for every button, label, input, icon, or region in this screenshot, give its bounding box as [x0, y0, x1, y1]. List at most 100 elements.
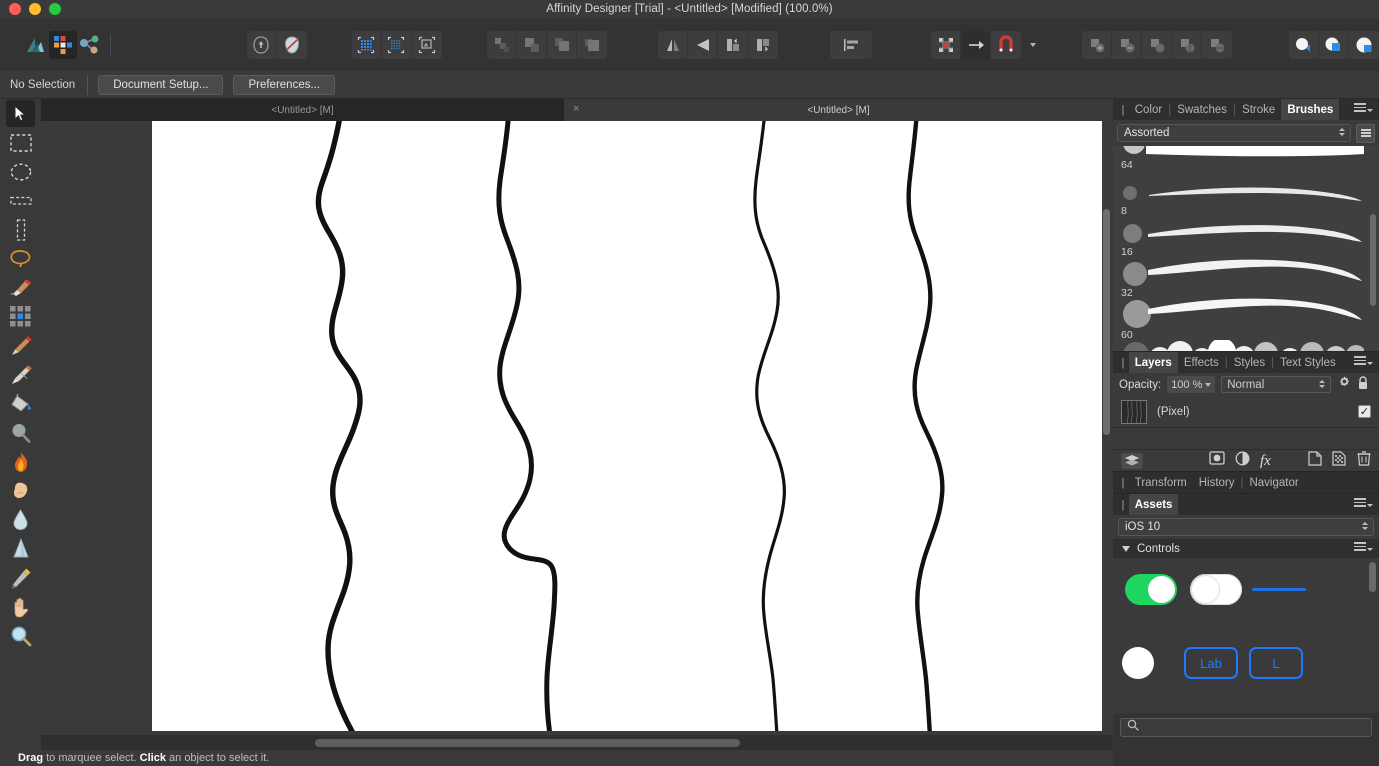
flood-fill-tool[interactable] — [0, 389, 41, 418]
toggle-on-asset[interactable] — [1125, 574, 1177, 605]
clear-mask-icon[interactable] — [276, 30, 307, 59]
layer-settings-gear-icon[interactable] — [1337, 376, 1351, 393]
layers-panel-menu-icon[interactable] — [1353, 356, 1373, 365]
preferences-button[interactable]: Preferences... — [233, 74, 336, 95]
artboard[interactable] — [152, 121, 1102, 735]
brush-item[interactable]: 32 — [1113, 259, 1379, 300]
move-tool[interactable] — [0, 99, 41, 128]
add-mask-icon[interactable] — [246, 30, 277, 59]
boolean-subtract-icon[interactable] — [1112, 30, 1143, 59]
move-to-back-icon[interactable] — [577, 30, 608, 59]
colour-picker-tool[interactable] — [0, 563, 41, 592]
brush-item[interactable] — [1113, 340, 1379, 351]
tab-effects[interactable]: Effects — [1178, 352, 1225, 373]
canvas-horizontal-scrollbar[interactable] — [41, 735, 1113, 750]
rotate-left-icon[interactable] — [718, 30, 749, 59]
tab-color[interactable]: Color — [1129, 99, 1168, 120]
burn-brush-tool[interactable] — [0, 447, 41, 476]
tab-brushes[interactable]: Brushes — [1281, 99, 1340, 120]
document-tab-2[interactable]: × <Untitled> [M] — [564, 99, 1113, 121]
brush-list[interactable]: 64 8 16 32 60 — [1113, 146, 1379, 351]
assets-group-header[interactable]: Controls — [1113, 539, 1379, 558]
flip-vertical-icon[interactable] — [688, 30, 719, 59]
tab-styles[interactable]: Styles — [1228, 352, 1271, 373]
table-row[interactable]: (Pixel) ✓ — [1113, 396, 1379, 428]
row-marquee-tool[interactable] — [0, 186, 41, 215]
column-marquee-tool[interactable] — [0, 215, 41, 244]
circle-asset[interactable] — [1122, 647, 1154, 679]
zoom-tool[interactable] — [0, 621, 41, 650]
panel-grip-icon[interactable]: || — [1113, 104, 1129, 116]
layer-effects-button[interactable]: fx — [1260, 453, 1271, 468]
brush-category-spinner-icon[interactable] — [1339, 128, 1345, 136]
assets-library-select[interactable]: iOS 10 — [1118, 518, 1374, 536]
brushes-panel-menu-icon[interactable] — [1353, 103, 1373, 112]
rotate-right-icon[interactable] — [748, 30, 779, 59]
refine-selection-icon[interactable] — [351, 30, 382, 59]
tab-navigator[interactable]: Navigator — [1243, 472, 1304, 493]
assets-group-menu-icon[interactable] — [1353, 542, 1373, 551]
assets-items-grid[interactable]: Lab L — [1113, 558, 1379, 713]
blend-options-icon[interactable] — [1318, 30, 1349, 59]
assets-scrollbar[interactable] — [1369, 562, 1376, 592]
freehand-selection-tool[interactable] — [0, 244, 41, 273]
close-tab-icon[interactable]: × — [573, 104, 579, 115]
erase-brush-tool[interactable] — [0, 360, 41, 389]
delete-layer-button[interactable] — [1357, 450, 1371, 471]
paint-brush-tool[interactable] — [0, 331, 41, 360]
assets-search-field[interactable] — [1120, 717, 1372, 737]
blur-brush-tool[interactable] — [0, 418, 41, 447]
layer-visibility-checkbox[interactable]: ✓ — [1358, 405, 1371, 418]
search-input[interactable] — [1139, 721, 1365, 733]
tab-layers[interactable]: Layers — [1128, 352, 1178, 373]
flood-select-tool[interactable] — [0, 302, 41, 331]
blend-mode-spinner-icon[interactable] — [1319, 380, 1326, 388]
brush-item[interactable]: 60 — [1113, 298, 1379, 341]
boolean-divide-icon[interactable] — [1172, 30, 1203, 59]
dodge-brush-tool[interactable] — [0, 476, 41, 505]
boolean-intersect-icon[interactable] — [1142, 30, 1173, 59]
add-mask-button[interactable] — [1332, 450, 1347, 471]
blend-mode-select[interactable]: Normal — [1221, 376, 1332, 393]
mask-layer-button[interactable] — [1209, 451, 1225, 470]
opacity-input[interactable]: 100 % — [1167, 376, 1216, 393]
tab-transform[interactable]: Transform — [1129, 472, 1193, 493]
brush-list-scrollbar[interactable] — [1370, 214, 1376, 306]
brush-item[interactable]: 16 — [1113, 220, 1379, 260]
designer-persona-icon[interactable] — [22, 31, 50, 59]
add-pixel-layer-button[interactable] — [1308, 450, 1322, 471]
blend-modes-icon[interactable] — [1288, 30, 1319, 59]
canvas-viewport[interactable] — [41, 121, 1113, 735]
label-button-asset[interactable]: Lab — [1184, 647, 1238, 679]
opacity-dropdown-icon[interactable] — [1205, 382, 1212, 387]
layer-stack-button[interactable] — [1121, 452, 1143, 469]
brush-item[interactable]: 64 — [1113, 146, 1379, 180]
label-button-asset-2[interactable]: L — [1249, 647, 1303, 679]
adjustment-layer-button[interactable] — [1235, 451, 1250, 471]
view-tool[interactable] — [0, 592, 41, 621]
slider-line-asset[interactable] — [1252, 588, 1306, 591]
selection-brush-tool[interactable] — [0, 273, 41, 302]
sponge-brush-tool[interactable] — [0, 534, 41, 563]
chevron-down-icon[interactable] — [1122, 545, 1130, 552]
assets-panel-menu-icon[interactable] — [1353, 498, 1373, 507]
snapping-toggle-icon[interactable] — [961, 30, 992, 59]
horizontal-scroll-thumb[interactable] — [315, 739, 740, 747]
brush-view-mode-button[interactable] — [1356, 123, 1375, 143]
tab-stroke[interactable]: Stroke — [1236, 99, 1281, 120]
boolean-add-icon[interactable] — [1082, 30, 1113, 59]
document-setup-button[interactable]: Document Setup... — [98, 74, 224, 95]
invert-pixel-selection-icon[interactable] — [381, 30, 412, 59]
export-persona-icon[interactable] — [77, 31, 105, 59]
elliptical-marquee-tool[interactable] — [0, 157, 41, 186]
tab-swatches[interactable]: Swatches — [1171, 99, 1233, 120]
tab-assets[interactable]: Assets — [1128, 494, 1179, 515]
rectangular-marquee-tool[interactable] — [0, 128, 41, 157]
panel-grip-icon[interactable]: || — [1113, 357, 1129, 369]
toggle-off-asset[interactable] — [1190, 574, 1242, 605]
blend-ranges-icon[interactable] — [1348, 30, 1379, 59]
tab-history[interactable]: History — [1193, 472, 1241, 493]
panel-grip-icon[interactable]: || — [1113, 499, 1129, 511]
lock-icon[interactable] — [1357, 376, 1369, 393]
snapping-dropdown-icon[interactable] — [1027, 31, 1039, 59]
